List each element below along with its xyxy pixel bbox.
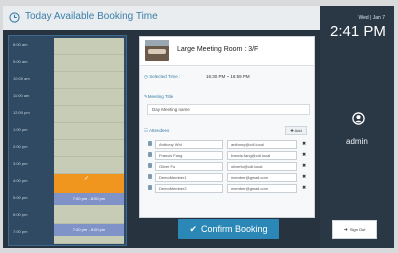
- attendee-email-field[interactable]: member@gmail.com: [227, 173, 297, 182]
- confirm-booking-button[interactable]: ✔ Confirm Booking: [178, 219, 279, 239]
- timeline-panel[interactable]: 8:00 am 9:00 am 10:00 am 11:00 am 12:00 …: [8, 35, 127, 246]
- attendee-row: Francis Fang francis.fang@cdl.local ✖: [147, 151, 310, 161]
- time-label: 1:00 pm: [13, 127, 28, 132]
- remove-attendee-icon[interactable]: ✖: [302, 163, 306, 169]
- selected-time-label: Selected Time :: [149, 74, 181, 79]
- attendee-name-field[interactable]: Anthony Whl: [155, 140, 223, 149]
- confirm-label: Confirm Booking: [201, 224, 268, 234]
- attendee-name-field[interactable]: Oliver Fu: [155, 162, 223, 171]
- time-label: 9:00 am: [13, 59, 28, 64]
- date-display: Wed | Jan 7: [358, 15, 386, 21]
- time-slot[interactable]: [54, 236, 124, 244]
- clock-display: 2:41 PM: [330, 23, 386, 40]
- attendees-label: Attendees: [149, 128, 170, 133]
- time-slot[interactable]: [54, 89, 124, 106]
- clock-icon: [9, 12, 20, 23]
- remove-attendee-icon[interactable]: ✖: [302, 152, 306, 158]
- time-label: 12:00 pm: [13, 110, 30, 115]
- time-slot[interactable]: [54, 205, 124, 224]
- time-slot[interactable]: [54, 106, 124, 123]
- header-bar: Today Available Booking Time: [3, 6, 320, 31]
- attendee-email-field[interactable]: francis.fang@cdl.local: [227, 151, 297, 160]
- time-label: 3:00 pm: [13, 161, 28, 166]
- attendee-email-field[interactable]: member@gmail.com: [227, 184, 297, 193]
- selected-time-value: 16:30 PM ~ 16:59 PM: [206, 74, 250, 79]
- side-panel: Wed | Jan 7 2:41 PM admin: [320, 6, 394, 248]
- sign-out-label: Sign Out: [349, 227, 366, 232]
- time-slot[interactable]: [54, 72, 124, 89]
- user-plus-icon: ✚: [290, 128, 294, 133]
- sign-out-button[interactable]: ➜ Sign Out: [332, 220, 377, 239]
- meeting-title-label: Meeting Title: [147, 94, 174, 99]
- attendee-row: DemoMember2 member@gmail.com ✖: [147, 184, 310, 194]
- attendee-name-field[interactable]: DemoMember2: [155, 184, 223, 193]
- meeting-title-input[interactable]: Day Meeting name: [147, 104, 310, 115]
- main-area: 8:00 am 9:00 am 10:00 am 11:00 am 12:00 …: [3, 30, 320, 248]
- user-icon: [148, 152, 152, 157]
- time-slot[interactable]: [54, 38, 124, 55]
- attendees-label-row: ☷ Attendees: [144, 128, 169, 140]
- attendee-email-field[interactable]: anthony@cdl.local: [227, 140, 297, 149]
- remove-attendee-icon[interactable]: ✖: [302, 174, 306, 180]
- user-icon: [148, 185, 152, 190]
- selected-time-slot[interactable]: ✓: [54, 174, 124, 193]
- user-icon: [148, 141, 152, 146]
- time-label: 10:00 am: [13, 76, 30, 81]
- room-header: Large Meeting Room : 3/F: [140, 37, 314, 66]
- check-icon: ✔: [189, 224, 197, 234]
- booked-slot: 7:00 pm - 8:00 pm: [54, 224, 124, 236]
- username: admin: [346, 137, 368, 146]
- selected-time-row: ◷ Selected Time : 16:30 PM ~ 16:59 PM: [144, 74, 250, 86]
- time-slot[interactable]: [54, 123, 124, 140]
- time-slot[interactable]: [54, 157, 124, 174]
- user-icon: [148, 163, 152, 168]
- check-icon: ✓: [84, 176, 90, 182]
- time-slot[interactable]: [54, 55, 124, 72]
- page-title: Today Available Booking Time: [25, 11, 158, 22]
- add-attendee-button[interactable]: ✚ Add: [285, 126, 307, 135]
- add-label: Add: [294, 128, 302, 133]
- booking-screen: Today Available Booking Time 8:00 am 9:0…: [3, 6, 394, 248]
- time-label: 6:00 pm: [13, 212, 28, 217]
- timeline-slots: ✓ 7:00 pm - 8:00 pm 7:00 pm - 8:00 pm: [54, 38, 124, 244]
- room-name: Large Meeting Room : 3/F: [177, 46, 259, 53]
- user-circle-icon: [352, 112, 365, 125]
- booked-slot: 7:00 pm - 8:00 pm: [54, 193, 124, 205]
- remove-attendee-icon[interactable]: ✖: [302, 141, 306, 147]
- attendee-row: Oliver Fu oliverfu@cdl.local ✖: [147, 162, 310, 172]
- attendee-email-field[interactable]: oliverfu@cdl.local: [227, 162, 297, 171]
- time-label: 5:00 pm: [13, 195, 28, 200]
- attendee-name-field[interactable]: DemoMember1: [155, 173, 223, 182]
- booking-form: Large Meeting Room : 3/F ◷ Selected Time…: [139, 36, 315, 218]
- attendee-row: DemoMember1 member@gmail.com ✖: [147, 173, 310, 183]
- sign-out-icon: ➜: [343, 227, 348, 233]
- time-label: 7:00 pm: [13, 229, 28, 234]
- room-photo: [145, 40, 169, 61]
- time-label: 4:00 pm: [13, 178, 28, 183]
- remove-attendee-icon[interactable]: ✖: [302, 185, 306, 191]
- time-label: 8:00 am: [13, 42, 28, 47]
- attendee-row: Anthony Whl anthony@cdl.local ✖: [147, 140, 310, 150]
- user-icon: [148, 174, 152, 179]
- time-label: 11:00 am: [13, 93, 30, 98]
- time-slot[interactable]: [54, 140, 124, 157]
- attendee-name-field[interactable]: Francis Fang: [155, 151, 223, 160]
- time-label: 2:00 pm: [13, 144, 28, 149]
